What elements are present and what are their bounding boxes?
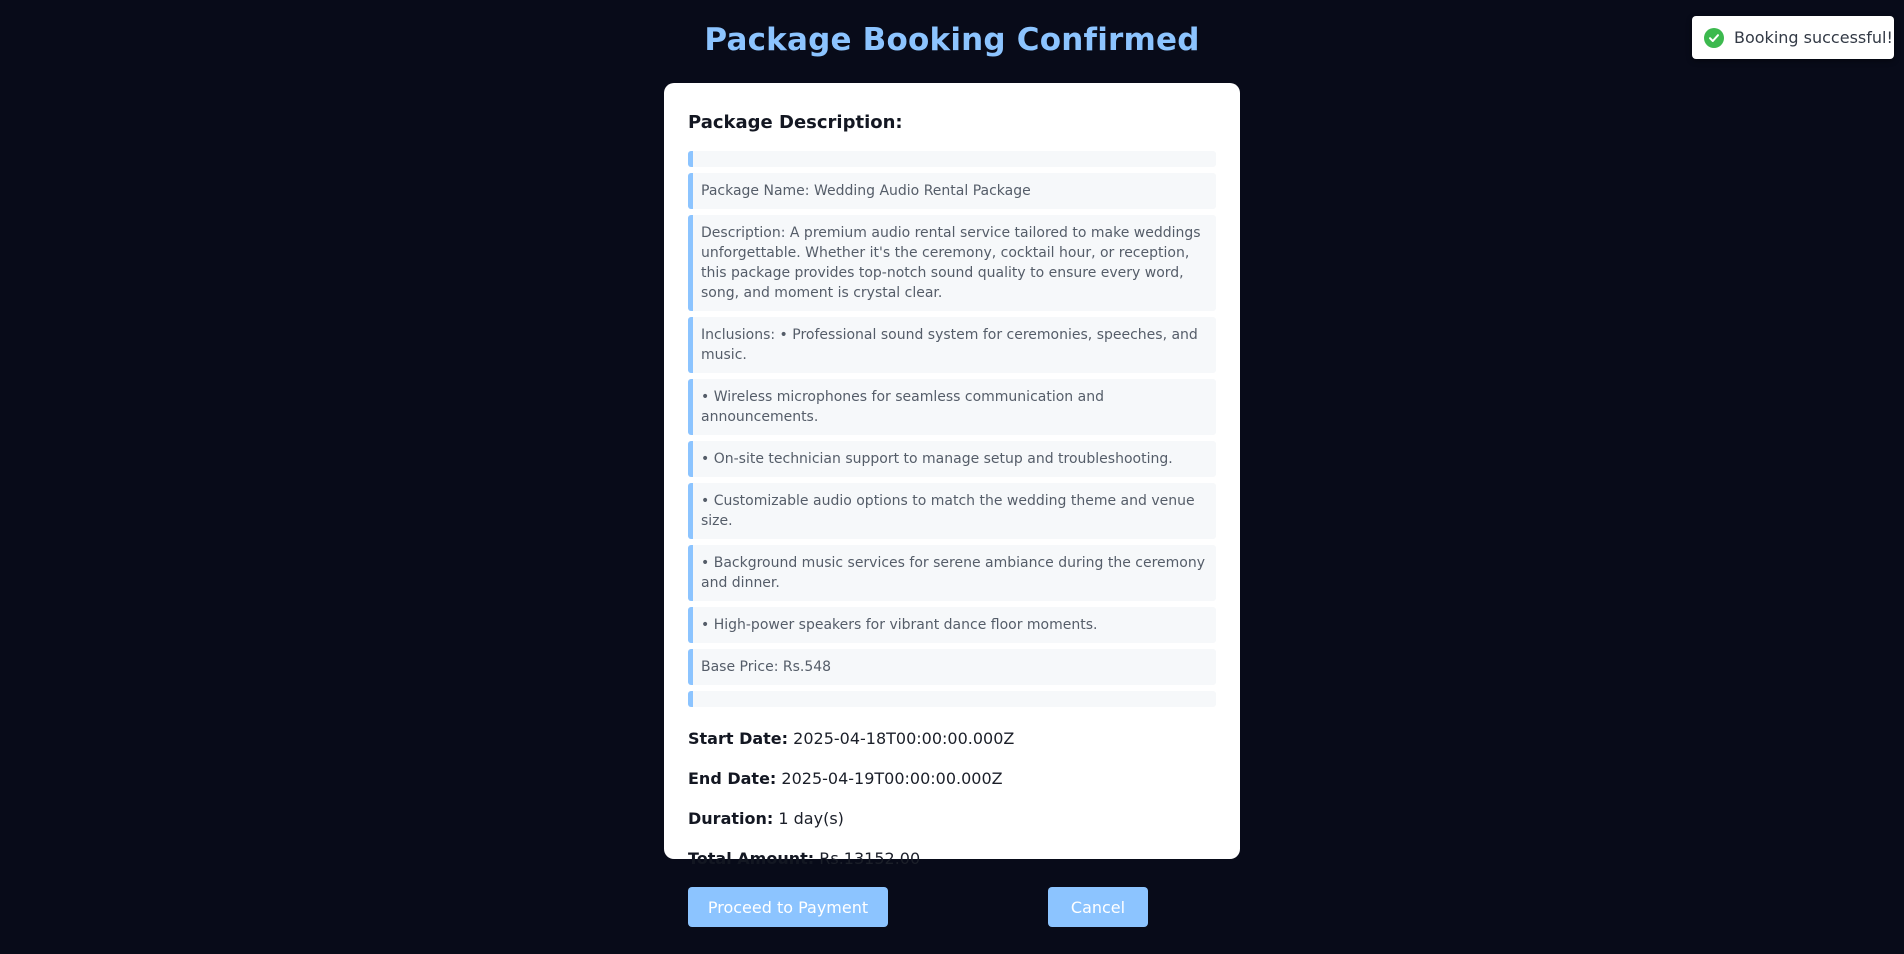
page-title: Package Booking Confirmed [704,22,1200,58]
start-date-value: 2025-04-18T00:00:00.000Z [793,729,1015,748]
action-buttons: Proceed to Payment Cancel [688,887,1216,927]
start-date-label: Start Date: [688,729,789,748]
check-circle-icon [1704,27,1724,48]
description-line: • Wireless microphones for seamless comm… [688,379,1216,435]
package-description-list: Package Name: Wedding Audio Rental Packa… [688,151,1216,707]
description-line-empty [688,151,1216,167]
description-line-empty [688,691,1216,707]
description-line: Base Price: Rs.548 [688,649,1216,685]
description-line: Package Name: Wedding Audio Rental Packa… [688,173,1216,209]
booking-details: Start Date: 2025-04-18T00:00:00.000Z End… [688,727,1216,871]
description-line: • On-site technician support to manage s… [688,441,1216,477]
success-toast[interactable]: Booking successful! [1692,16,1894,59]
cancel-button[interactable]: Cancel [1048,887,1148,927]
total-amount-label: Total Amount: [688,849,815,868]
package-description-heading: Package Description: [688,112,903,133]
description-line: • Customizable audio options to match th… [688,483,1216,539]
description-line: Inclusions: • Professional sound system … [688,317,1216,373]
description-line: Description: A premium audio rental serv… [688,215,1216,311]
toast-message: Booking successful! [1734,28,1893,47]
description-line: • Background music services for serene a… [688,545,1216,601]
description-line: • High-power speakers for vibrant dance … [688,607,1216,643]
duration-value: 1 day(s) [778,809,844,828]
duration-row: Duration: 1 day(s) [688,807,1216,831]
duration-label: Duration: [688,809,774,828]
end-date-value: 2025-04-19T00:00:00.000Z [781,769,1003,788]
total-amount-value: Rs.13152.00 [819,849,921,868]
end-date-row: End Date: 2025-04-19T00:00:00.000Z [688,767,1216,791]
end-date-label: End Date: [688,769,777,788]
booking-card: Package Description: Package Name: Weddi… [664,83,1240,927]
total-amount-row: Total Amount: Rs.13152.00 [688,847,1216,871]
proceed-to-payment-button[interactable]: Proceed to Payment [688,887,888,927]
start-date-row: Start Date: 2025-04-18T00:00:00.000Z [688,727,1216,751]
